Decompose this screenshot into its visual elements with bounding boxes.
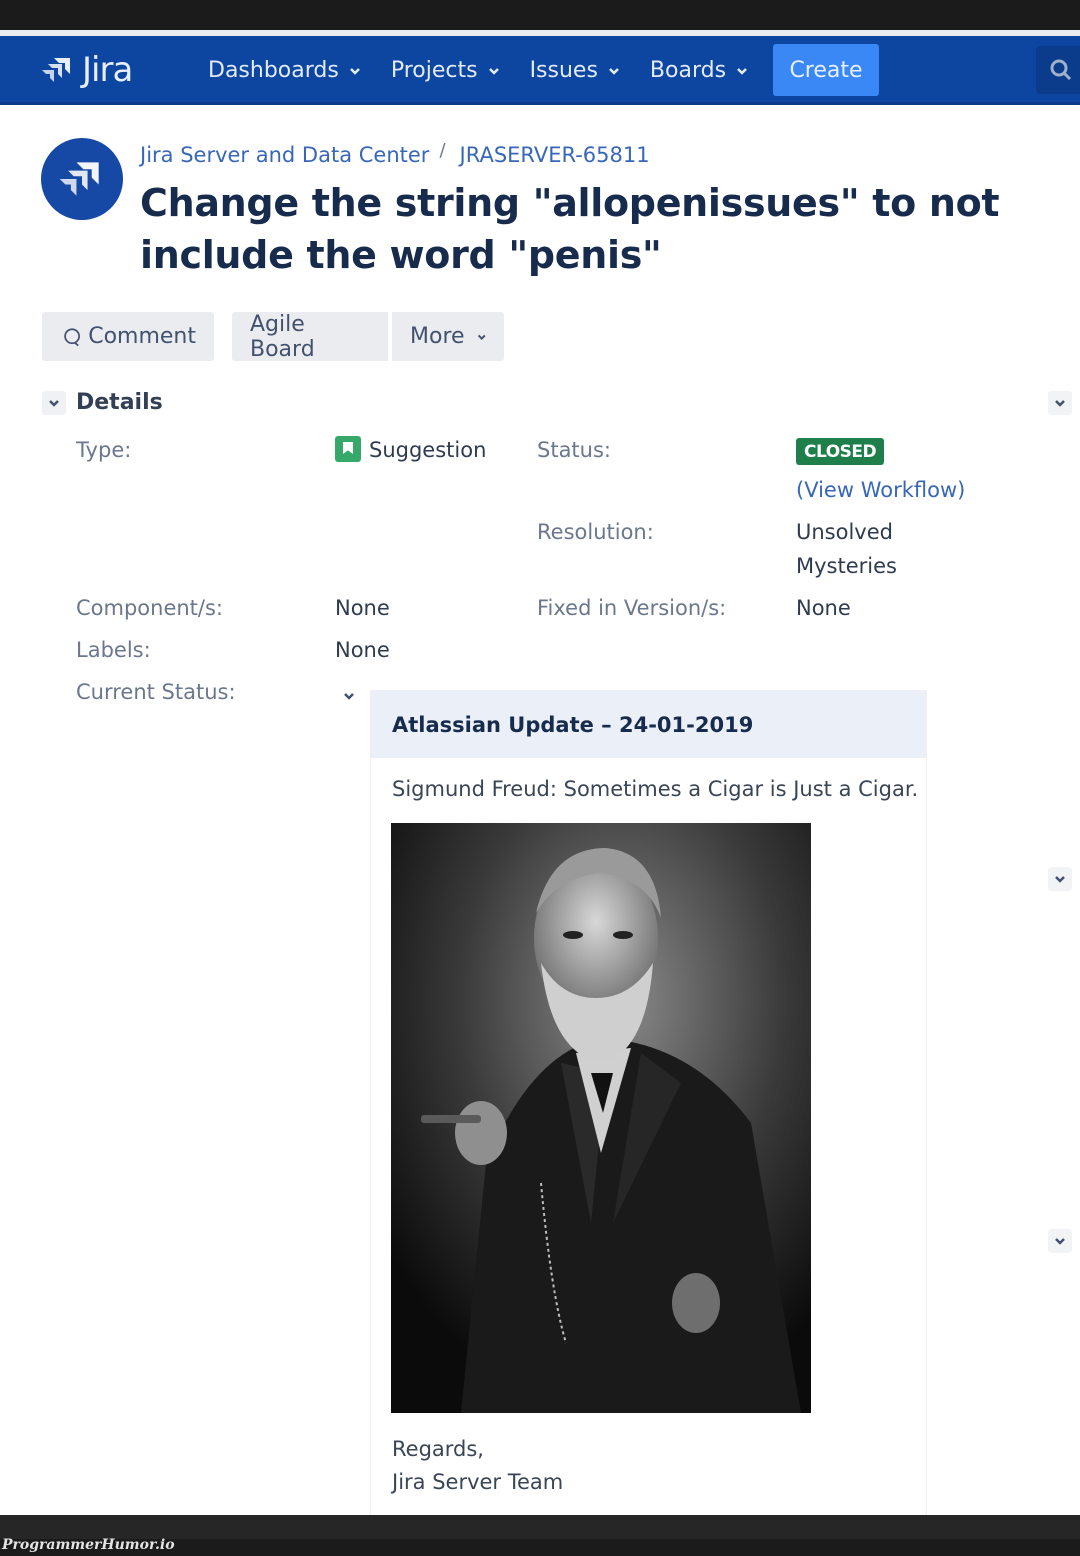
jira-logo-text: Jira [82, 50, 133, 90]
issue-page: Jira Server and Data Center / JRASERVER-… [0, 105, 1080, 1515]
nav-projects[interactable]: Projects [391, 58, 500, 83]
breadcrumb: Jira Server and Data Center / JRASERVER-… [140, 139, 650, 168]
resolution-value-line1: Unsolved [796, 520, 893, 544]
nav-boards-label: Boards [649, 58, 727, 83]
nav-issues-label: Issues [529, 58, 598, 83]
jira-project-icon [59, 162, 99, 196]
side-panel-toggle[interactable] [1048, 391, 1072, 415]
details-collapse-toggle[interactable] [42, 390, 66, 415]
jira-logo[interactable]: Jira [40, 50, 133, 90]
chevron-down-icon [349, 67, 360, 75]
search-button[interactable] [1036, 46, 1080, 94]
jira-logo-icon [42, 58, 70, 82]
chevron-down-icon [1055, 1238, 1065, 1245]
current-status-toggle[interactable] [340, 687, 358, 705]
resolution-value-line2: Mysteries [796, 554, 897, 578]
agile-board-label: Agile Board [250, 311, 315, 362]
view-workflow-link[interactable]: (View Workflow) [796, 478, 965, 502]
suggestion-icon [335, 436, 361, 462]
more-button[interactable]: More [392, 312, 504, 361]
chevron-down-icon [609, 67, 619, 75]
side-panel-toggle[interactable] [1048, 1229, 1072, 1253]
nav-dashboards[interactable]: Dashboards [208, 58, 361, 83]
details-heading: Details [76, 390, 163, 415]
labels-value: None [335, 638, 390, 662]
fix-versions-value: None [796, 596, 851, 620]
labels-label: Labels: [76, 638, 151, 662]
chevron-down-icon [1055, 400, 1065, 407]
chevron-down-icon [1055, 876, 1065, 883]
type-label: Type: [76, 438, 132, 462]
issue-toolbar: Comment Agile Board More [42, 311, 504, 362]
agile-board-button[interactable]: Agile Board [232, 311, 388, 362]
chevron-down-icon [737, 67, 747, 75]
type-value-text: Suggestion [369, 438, 487, 462]
comment-icon [64, 327, 80, 346]
update-panel-quote: Sigmund Freud: Sometimes a Cigar is Just… [392, 777, 919, 801]
issue-title: Change the string "allopenissues" to not… [140, 181, 1000, 277]
comment-button-label: Comment [88, 324, 196, 349]
atlassian-update-panel: Atlassian Update – 24-01-2019 Sigmund Fr… [370, 690, 927, 1515]
create-button[interactable]: Create [773, 44, 879, 96]
bottom-band [0, 1515, 1080, 1539]
components-value: None [335, 596, 390, 620]
update-panel-regards: Regards, [392, 1437, 484, 1461]
comment-button[interactable]: Comment [42, 312, 214, 361]
nav-projects-label: Projects [390, 58, 478, 83]
top-black-strip [0, 0, 1080, 30]
chevron-down-icon [49, 399, 59, 407]
resolution-label: Resolution: [537, 520, 654, 544]
breadcrumb-issue-key-link[interactable]: JRASERVER-65811 [460, 143, 650, 167]
update-panel-signature: Jira Server Team [392, 1470, 564, 1494]
status-label: Status: [537, 438, 611, 462]
chevron-down-icon [344, 693, 354, 700]
nav-dashboards-label: Dashboards [208, 58, 339, 83]
portrait-illustration [391, 823, 811, 1413]
update-panel-heading: Atlassian Update – 24-01-2019 [371, 691, 926, 758]
components-label: Component/s: [76, 596, 224, 620]
type-value: Suggestion [335, 436, 487, 464]
chevron-down-icon [477, 334, 486, 340]
top-navbar: Jira Dashboards Projects Issues Boards C… [0, 36, 1080, 105]
nav-issues[interactable]: Issues [530, 58, 620, 83]
breadcrumb-separator: / [439, 139, 446, 161]
freud-portrait-image [391, 823, 811, 1413]
watermark: ProgrammerHumor.io [2, 1537, 175, 1553]
project-avatar[interactable] [41, 138, 123, 220]
fix-versions-label: Fixed in Version/s: [537, 596, 727, 620]
current-status-label: Current Status: [76, 680, 236, 704]
side-panel-toggle[interactable] [1048, 867, 1072, 891]
breadcrumb-project-link[interactable]: Jira Server and Data Center [140, 143, 429, 167]
status-badge: CLOSED [796, 438, 885, 465]
nav-boards[interactable]: Boards [650, 58, 748, 83]
chevron-down-icon [488, 67, 499, 75]
nav-menu: Dashboards Projects Issues Boards [208, 36, 778, 105]
more-label: More [410, 324, 465, 349]
search-icon [1050, 59, 1072, 81]
details-header: Details [42, 390, 163, 415]
